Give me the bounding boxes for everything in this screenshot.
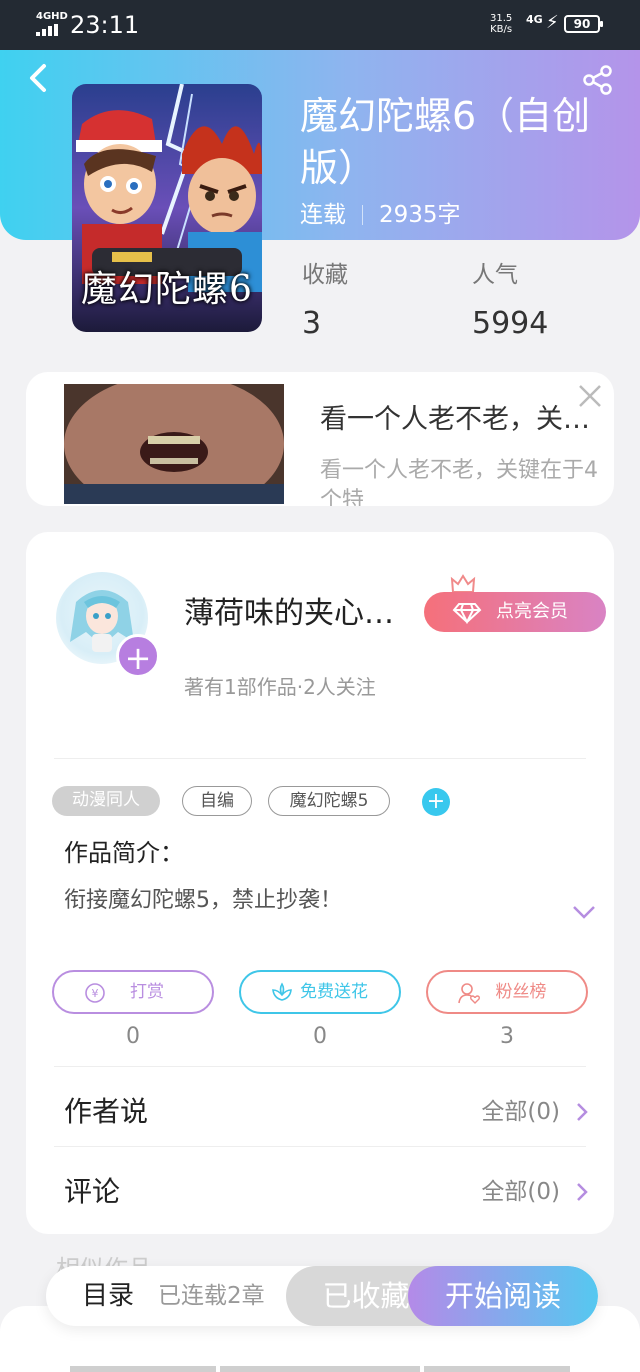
divider: [54, 758, 586, 759]
lotus-flower-icon: [272, 982, 292, 1001]
network-type-secondary: 4G: [526, 13, 543, 26]
status-bar: 4GHD 23:11 31.5 KB/s 4G ⚡ 90: [0, 0, 640, 50]
svg-text:¥: ¥: [92, 987, 99, 1000]
chevron-down-icon: [573, 906, 595, 919]
tag-item[interactable]: 自编: [182, 786, 252, 816]
book-meta: 连载 2935字: [300, 198, 461, 232]
ad-close-button[interactable]: [576, 382, 604, 410]
fans-count: 3: [500, 1024, 514, 1049]
cover-title: 魔幻陀螺6: [81, 269, 253, 310]
ad-banner[interactable]: 看一个人老不老，关… 看一个人老不老，关键在于4个特: [26, 372, 614, 506]
bottom-action-bar: 目录 已连载2章 已收藏 开始阅读: [46, 1266, 598, 1326]
intro-text: 衔接魔幻陀螺5，禁止抄袭！: [64, 888, 342, 913]
fans-rank-button[interactable]: 粉丝榜: [426, 970, 588, 1014]
divider: [54, 1066, 586, 1067]
send-flower-button[interactable]: 免费送花: [239, 970, 401, 1014]
charging-icon: ⚡: [546, 12, 559, 33]
favorites-label: 收藏: [302, 262, 348, 288]
vip-label: 点亮会员: [496, 601, 568, 622]
author-name[interactable]: 薄荷味的夹心…: [184, 594, 394, 634]
table-of-contents-button[interactable]: 目录: [82, 1266, 134, 1326]
meta-divider: [362, 205, 363, 225]
start-reading-button[interactable]: 开始阅读: [408, 1266, 598, 1326]
crown-icon: [450, 574, 476, 593]
ad-description: 看一个人老不老，关键在于4个特: [320, 458, 598, 506]
ad-photo: [64, 384, 284, 504]
flower-count: 0: [313, 1024, 327, 1049]
book-detail-card: + 薄荷味的夹心… 点亮会员 著有1部作品·2人关注 动漫同人 自编 魔幻陀螺5…: [26, 532, 614, 1234]
divider: [54, 1146, 586, 1147]
book-title: 魔幻陀螺6（自创版）: [300, 94, 591, 190]
network-type: 4GHD: [36, 11, 68, 22]
add-tag-button[interactable]: +: [422, 788, 450, 816]
favorites-value: 3: [302, 306, 322, 341]
author-stats: 著有1部作品·2人关注: [184, 675, 376, 699]
fans-heart-icon: [458, 983, 480, 1004]
plus-icon: +: [124, 639, 152, 677]
book-cover[interactable]: 魔幻陀螺6: [72, 84, 262, 332]
ad-title: 看一个人老不老，关…: [320, 404, 590, 435]
author-says-row[interactable]: 作者说 全部(0): [64, 1092, 588, 1132]
popularity-stat: 人气 5994: [472, 258, 548, 346]
diamond-icon: [452, 603, 482, 624]
similar-work-thumb[interactable]: [220, 1366, 420, 1372]
activate-vip-button[interactable]: 点亮会员: [424, 592, 606, 632]
similar-work-thumb[interactable]: [70, 1366, 216, 1372]
reward-label: 打赏: [130, 982, 164, 1002]
word-count: 2935字: [379, 202, 461, 228]
chevron-right-icon: [577, 1103, 588, 1121]
comments-link[interactable]: 全部(0): [481, 1176, 560, 1208]
chevron-left-icon: [30, 64, 46, 92]
signal-icon: [36, 24, 62, 36]
expand-intro-button[interactable]: [572, 904, 596, 919]
tag-item[interactable]: 动漫同人: [52, 786, 160, 816]
similar-work-thumb[interactable]: [424, 1366, 570, 1372]
ad-image: [64, 384, 284, 504]
follow-author-button[interactable]: +: [116, 634, 160, 678]
clock: 23:11: [70, 11, 140, 39]
reward-count: 0: [126, 1024, 140, 1049]
network-speed-value: 31.5: [490, 13, 513, 24]
plus-icon: +: [426, 789, 446, 814]
network-speed-unit: KB/s: [490, 24, 513, 35]
serial-status: 连载: [300, 202, 346, 228]
reward-button[interactable]: ¥ 打赏: [52, 970, 214, 1014]
tag-item[interactable]: 魔幻陀螺5: [268, 786, 390, 816]
close-icon: [579, 385, 601, 407]
back-button[interactable]: [24, 62, 54, 94]
battery-icon: 90: [564, 15, 603, 33]
network-speed: 31.5 KB/s: [490, 13, 512, 35]
author-says-link[interactable]: 全部(0): [481, 1096, 560, 1128]
author-says-label: 作者说: [64, 1095, 149, 1128]
chapter-count: 已连载2章: [158, 1283, 265, 1309]
favorites-stat: 收藏 3: [302, 258, 348, 346]
intro-label: 作品简介：: [64, 839, 184, 867]
yen-coin-icon: ¥: [85, 983, 105, 1003]
popularity-value: 5994: [472, 306, 549, 341]
chevron-right-icon: [577, 1183, 588, 1201]
comments-row[interactable]: 评论 全部(0): [64, 1172, 588, 1212]
comments-label: 评论: [64, 1175, 121, 1208]
popularity-label: 人气: [472, 262, 518, 288]
